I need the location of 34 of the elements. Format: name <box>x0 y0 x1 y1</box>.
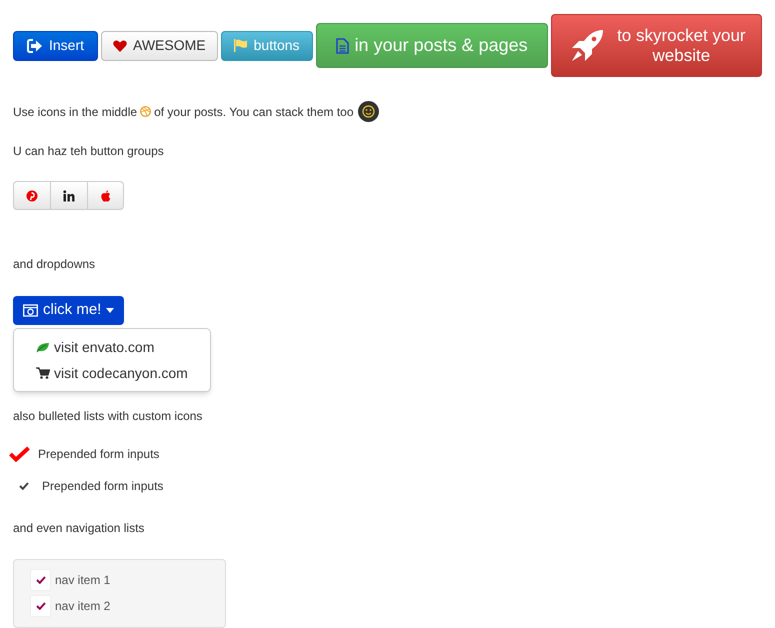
action-button[interactable]: AWESOME <box>101 30 218 60</box>
list-item: Prepended form inputs <box>42 478 164 495</box>
linkedin-icon <box>63 190 75 202</box>
sign-in-icon <box>27 38 43 52</box>
menu-item[interactable]: visit envato.com <box>14 334 210 360</box>
camera-icon <box>23 304 38 317</box>
nav-item[interactable]: nav item 2 <box>55 597 110 615</box>
caption: and even navigation lists <box>13 520 146 537</box>
cart-icon <box>36 367 50 379</box>
check-icon-box <box>30 595 51 617</box>
dribbble-icon <box>140 106 152 117</box>
skyrocket-button[interactable]: to skyrocket your website <box>550 14 762 77</box>
menu-item[interactable]: visit codecanyon.com <box>14 360 210 386</box>
check-icon <box>9 446 30 462</box>
caption: also bulleted lists with custom icons <box>13 408 204 425</box>
intro-text: of your posts. You can stack them too <box>154 104 354 120</box>
list-item: Prepended form inputs <box>38 446 160 463</box>
smiley-icon <box>358 101 379 122</box>
action-button[interactable]: Insert <box>13 30 98 60</box>
check-icon-box <box>30 569 51 591</box>
document-icon <box>336 38 349 54</box>
dropdown-button[interactable]: click me! <box>13 296 124 325</box>
flag-icon <box>234 39 248 52</box>
check-icon <box>19 482 29 490</box>
intro-text: Use icons in the middle <box>13 104 138 120</box>
nav-item[interactable]: nav item 1 <box>55 571 110 589</box>
caption: and dropdowns <box>13 256 96 273</box>
caret-icon <box>106 308 114 313</box>
leaf-icon <box>36 342 50 352</box>
caption: U can haz teh button groups <box>13 143 165 160</box>
apple-icon <box>100 190 110 202</box>
pinterest-icon <box>26 190 38 202</box>
heart-icon <box>113 40 128 52</box>
rocket-icon <box>570 28 604 62</box>
